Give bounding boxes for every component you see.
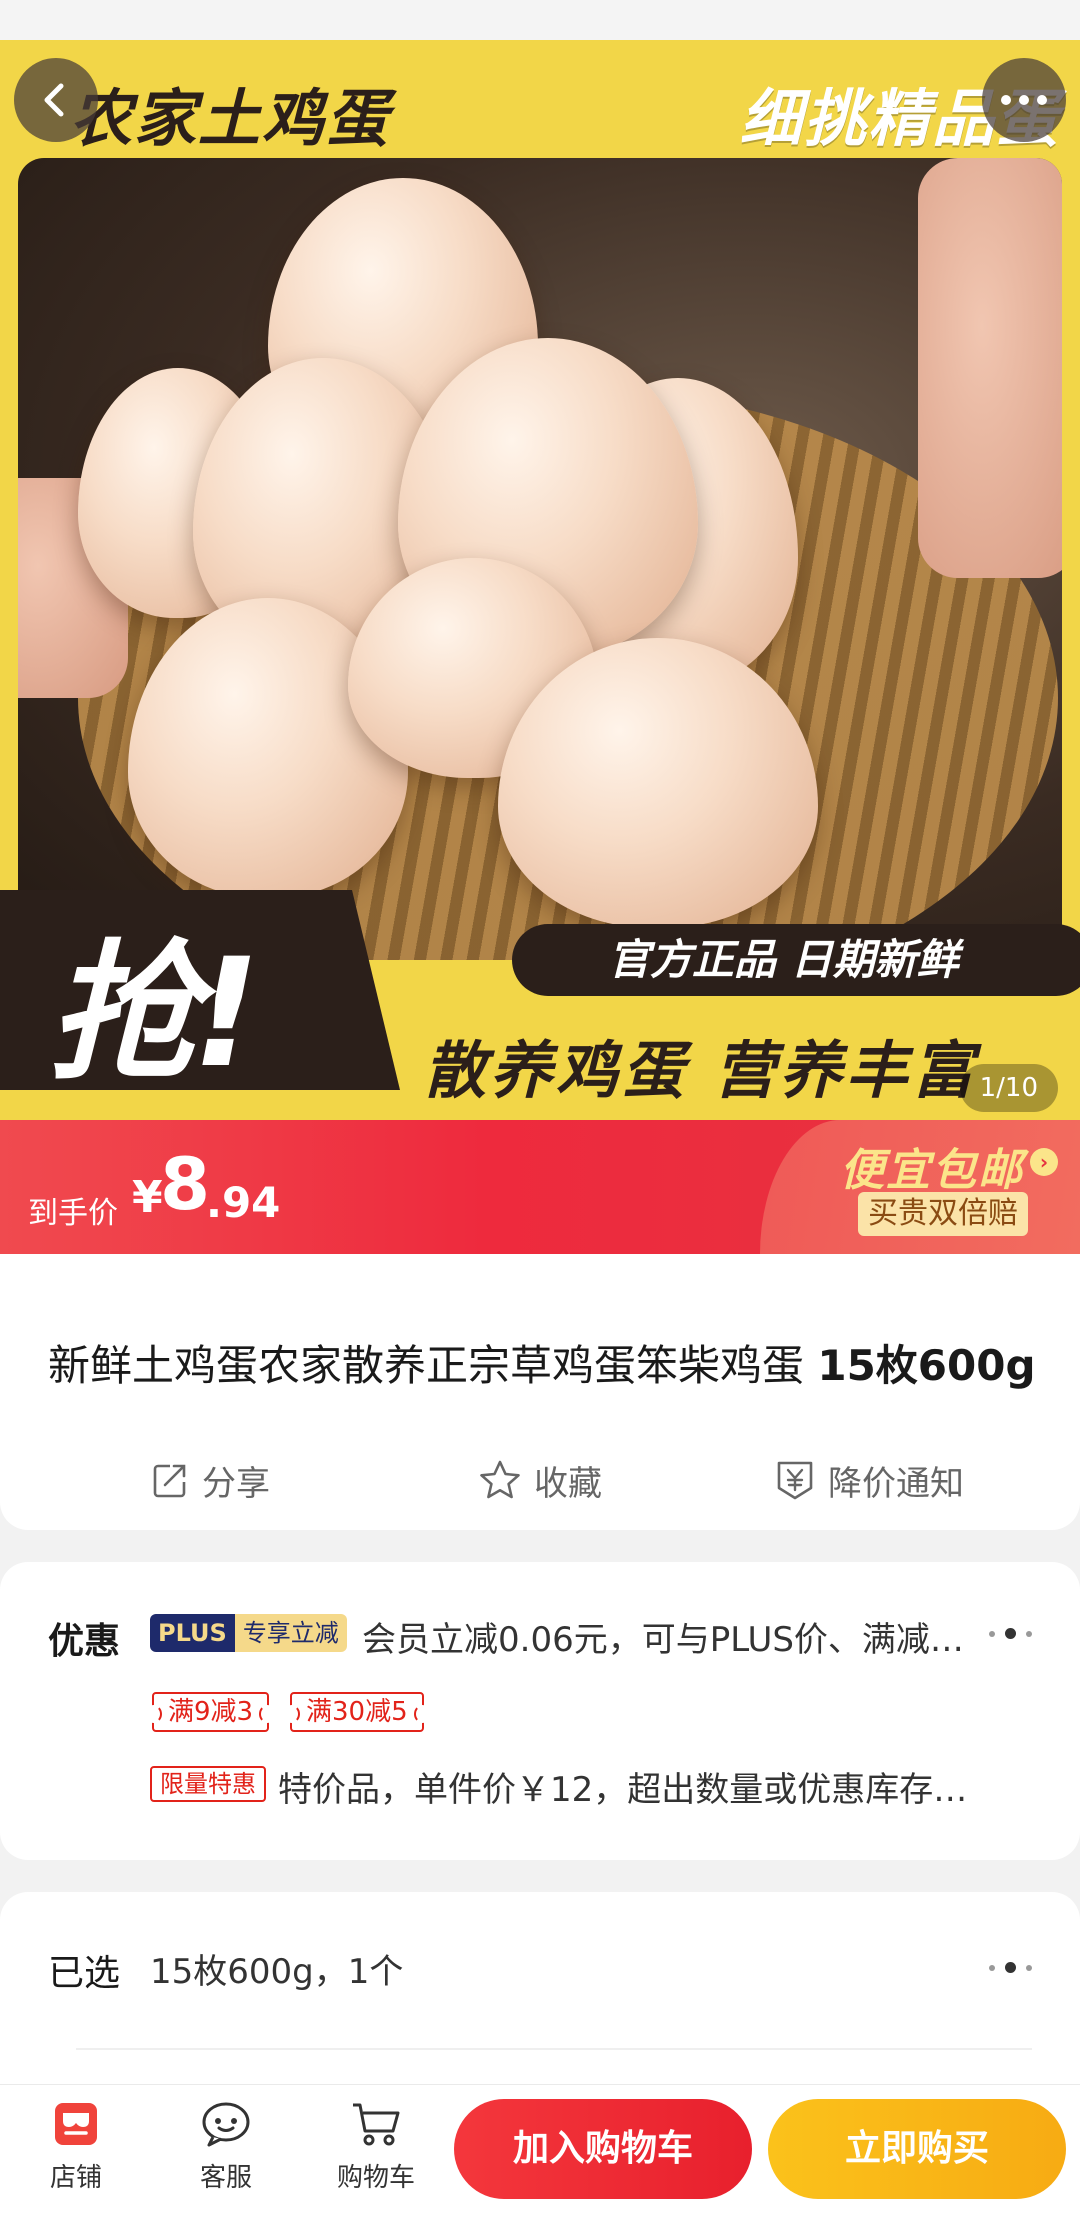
chevron-right-icon: › xyxy=(1030,1148,1058,1176)
bottom-action-bar: 店铺 客服 购物车 加入购物车 立即购买 xyxy=(0,2084,1080,2214)
product-title-main: 新鲜土鸡蛋农家散养正宗草鸡蛋笨柴鸡蛋 xyxy=(48,1341,818,1390)
store-icon xyxy=(55,2103,97,2145)
selected-label: 已选 xyxy=(48,1953,121,1994)
plus-badge-left: PLUS xyxy=(150,1614,235,1652)
cart-icon xyxy=(353,2103,400,2146)
share-label: 分享 xyxy=(202,1463,270,1504)
discount-label: 优惠 xyxy=(48,1621,121,1662)
more-icon[interactable] xyxy=(989,1628,1032,1639)
hero-subtitle: 散养鸡蛋 营养丰富 xyxy=(424,1034,978,1107)
customer-service-tab[interactable]: 客服 xyxy=(166,2099,286,2194)
add-to-cart-button[interactable]: 加入购物车 xyxy=(454,2099,752,2199)
favorite-button[interactable]: 收藏 xyxy=(478,1450,602,1510)
limited-offer-badge: 限量特惠 xyxy=(150,1766,266,1802)
customer-service-label: 客服 xyxy=(199,2163,252,2193)
product-title-spec: 15枚600g xyxy=(817,1341,1036,1390)
hero-tagline: 官方正品 日期新鲜 xyxy=(512,924,1080,996)
star-icon xyxy=(480,1460,520,1499)
price-currency: ¥ xyxy=(132,1172,163,1223)
price-integer: 8 xyxy=(160,1142,211,1226)
product-detail-page: 农家土鸡蛋 细挑精品蛋 抢! 官方正品 日期新鲜 散养鸡蛋 营养丰富 1/10 … xyxy=(0,0,1080,2214)
divider xyxy=(76,2048,1032,2050)
image-counter: 1/10 xyxy=(959,1064,1058,1112)
cart-label: 购物车 xyxy=(336,2163,415,2193)
coupon-tag[interactable]: 满9减3 xyxy=(145,1692,276,1732)
promo-title[interactable]: 便宜包邮 xyxy=(840,1134,1024,1198)
product-title: 新鲜土鸡蛋农家散养正宗草鸡蛋笨柴鸡蛋 15枚600g xyxy=(48,1332,1036,1393)
more-dots-icon xyxy=(1001,95,1047,105)
price-decimal: .94 xyxy=(206,1178,281,1227)
more-icon[interactable] xyxy=(989,1962,1032,1973)
more-options-button[interactable] xyxy=(982,58,1066,142)
back-button[interactable] xyxy=(14,58,98,142)
store-tab[interactable]: 店铺 xyxy=(16,2099,136,2194)
coupon-tag[interactable]: 满30减5 xyxy=(284,1692,430,1732)
price-alert-label: 降价通知 xyxy=(828,1463,964,1504)
discount-card[interactable]: 优惠 PLUS 专享立减 会员立减0.06元，可与PLUS价、满减… 满9减3 … xyxy=(0,1562,1080,1860)
buy-now-button[interactable]: 立即购买 xyxy=(768,2099,1066,2199)
share-button[interactable]: 分享 xyxy=(150,1450,270,1510)
price-bar: 到手价 ¥ 8 .94 便宜包邮 › 买贵双倍赔 xyxy=(0,1120,1080,1254)
product-photo xyxy=(18,158,1062,960)
share-icon xyxy=(153,1464,186,1498)
plus-member-badge: PLUS 专享立减 xyxy=(150,1614,347,1652)
product-title-card: 新鲜土鸡蛋农家散养正宗草鸡蛋笨柴鸡蛋 15枚600g 分享 收藏 降价通知 xyxy=(0,1254,1080,1530)
price-label: 到手价 xyxy=(28,1196,118,1231)
store-label: 店铺 xyxy=(49,2163,102,2193)
action-row: 分享 收藏 降价通知 xyxy=(0,1450,1080,1510)
favorite-label: 收藏 xyxy=(534,1463,602,1504)
plus-badge-right: 专享立减 xyxy=(234,1614,347,1652)
chevron-left-icon xyxy=(44,83,64,117)
plus-discount-text: 会员立减0.06元，可与PLUS价、满减… xyxy=(362,1620,964,1660)
chat-icon xyxy=(202,2102,250,2147)
price-tag-icon xyxy=(777,1461,813,1500)
limited-offer-text: 特价品，单件价￥12，超出数量或优惠库存… xyxy=(278,1770,968,1810)
selected-value: 15枚600g，1个 xyxy=(150,1952,404,1992)
price-alert-button[interactable]: 降价通知 xyxy=(774,1450,964,1510)
grab-slogan: 抢! xyxy=(48,927,260,1101)
hero-title-left: 农家土鸡蛋 xyxy=(70,82,391,155)
cart-tab[interactable]: 购物车 xyxy=(316,2099,436,2194)
promo-tag: 买贵双倍赔 xyxy=(858,1192,1028,1236)
product-image-carousel[interactable]: 农家土鸡蛋 细挑精品蛋 抢! 官方正品 日期新鲜 散养鸡蛋 营养丰富 1/10 xyxy=(0,40,1080,1120)
status-strip xyxy=(0,0,1080,40)
hand-image-right xyxy=(918,158,1062,578)
